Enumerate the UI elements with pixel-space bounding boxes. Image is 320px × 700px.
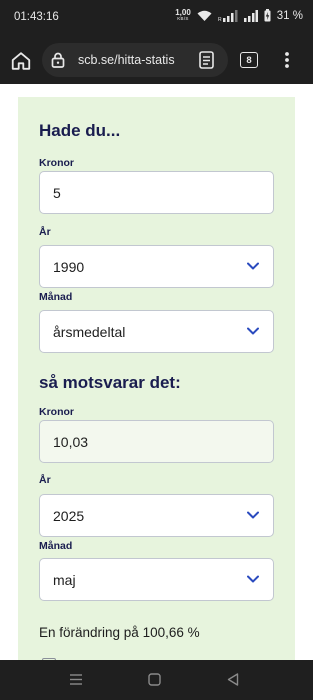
battery-percent: 31 % <box>276 9 303 22</box>
status-time: 01:43:16 <box>14 11 59 23</box>
network-speed: 1,00 KB/S <box>175 9 191 22</box>
browser-toolbar: scb.se/hitta-statis 8 <box>0 36 313 84</box>
status-icons: 1,00 KB/S R 31 % <box>175 9 303 22</box>
network-speed-unit: KB/S <box>177 16 189 22</box>
result-month-label: Månad <box>39 540 73 552</box>
svg-text:R: R <box>218 17 222 22</box>
battery-charging-icon <box>264 9 271 22</box>
wifi-icon <box>197 10 212 21</box>
signal-icon-secondary <box>243 9 258 22</box>
result-kronor-value: 10,03 <box>53 434 89 450</box>
kronor-label: Kronor <box>39 157 74 169</box>
recent-apps-icon[interactable] <box>69 673 83 686</box>
tab-count: 8 <box>246 54 252 66</box>
back-icon[interactable] <box>227 673 239 686</box>
tab-switcher-button[interactable]: 8 <box>240 52 258 68</box>
status-bar: 01:43:16 1,00 KB/S R 31 % <box>0 0 313 36</box>
reader-mode-icon[interactable] <box>199 51 214 69</box>
kronor-input-value[interactable]: 5 <box>53 185 61 201</box>
year-select-value[interactable]: 1990 <box>53 259 84 275</box>
signal-icon: R <box>218 9 238 22</box>
page-content: Hade du... Kronor 5 År 1990 Månad årsmed… <box>0 84 313 660</box>
chevron-down-icon[interactable] <box>247 511 259 519</box>
year-select[interactable]: 1990 <box>39 245 274 288</box>
url-text[interactable]: scb.se/hitta-statis <box>78 53 188 67</box>
chevron-down-icon[interactable] <box>247 575 259 583</box>
chevron-down-icon[interactable] <box>247 262 259 270</box>
kronor-input[interactable]: 5 <box>39 171 274 214</box>
result-year-label: År <box>39 474 51 486</box>
change-percentage-text: En förändring på 100,66 % <box>39 625 200 640</box>
system-navigation-bar <box>0 660 313 700</box>
home-icon[interactable] <box>10 50 32 72</box>
lock-icon[interactable] <box>51 52 65 68</box>
result-month-select[interactable]: maj <box>39 558 274 601</box>
address-bar[interactable]: scb.se/hitta-statis <box>42 43 228 77</box>
month-label: Månad <box>39 291 73 303</box>
home-nav-icon[interactable] <box>148 673 161 686</box>
more-options-icon[interactable] <box>284 51 290 69</box>
month-select-value[interactable]: årsmedeltal <box>53 324 125 340</box>
section-title-result: så motsvarar det: <box>39 373 181 392</box>
result-year-select-value[interactable]: 2025 <box>53 508 84 524</box>
result-year-select[interactable]: 2025 <box>39 494 274 537</box>
month-select[interactable]: årsmedeltal <box>39 310 274 353</box>
year-label: År <box>39 226 51 238</box>
section-title-input: Hade du... <box>39 121 121 140</box>
result-kronor-label: Kronor <box>39 406 74 418</box>
result-kronor-field: 10,03 <box>39 420 274 463</box>
chevron-down-icon[interactable] <box>247 327 259 335</box>
result-month-select-value[interactable]: maj <box>53 572 76 588</box>
